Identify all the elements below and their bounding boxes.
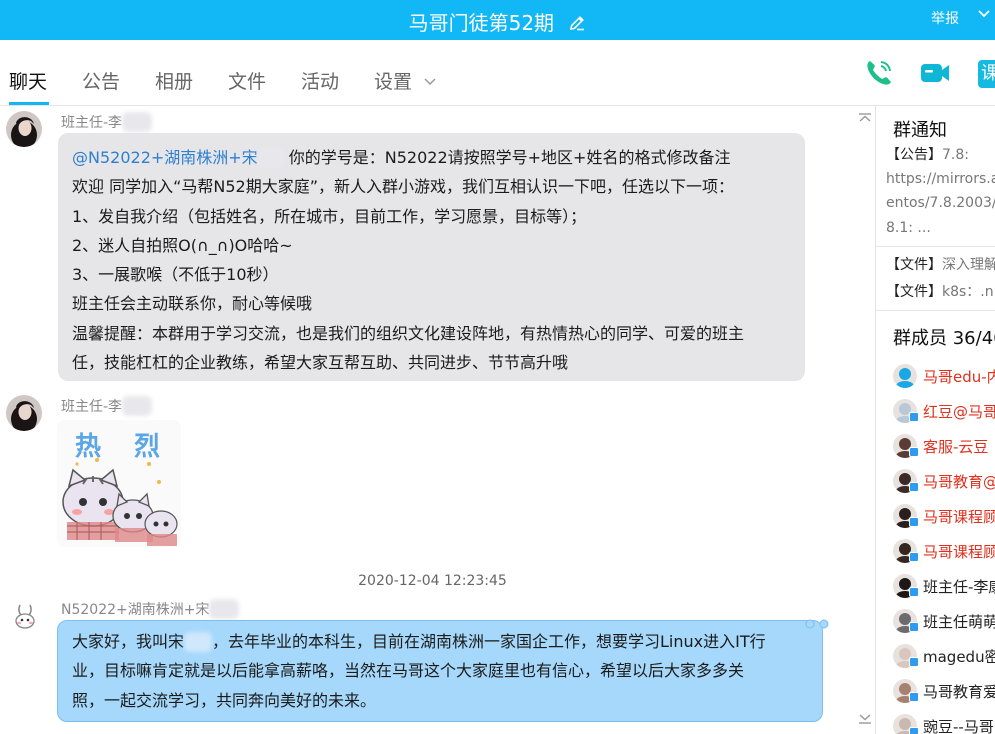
member-name: 马哥课程顾 <box>923 543 995 561</box>
tab-files[interactable]: 文件 <box>228 67 266 94</box>
member-name: 班主任萌萌 <box>923 613 995 631</box>
message-line: 大家好，我叫宋 ，去年毕业的本科生，目前在湖南株洲一家国企工作，想要学习Linux… <box>72 632 766 652</box>
avatar[interactable] <box>10 601 40 631</box>
notice-line: entos/7.8.2003/ <box>886 195 995 211</box>
tab-album[interactable]: 相册 <box>155 67 193 94</box>
member-name: 马哥edu-内 <box>923 368 995 386</box>
redacted-blur <box>122 112 153 132</box>
chevron-down-icon[interactable] <box>976 6 992 26</box>
phone-icon[interactable] <box>864 58 894 92</box>
chevron-down-icon <box>424 69 436 91</box>
message-timestamp: 2020-12-04 12:23:45 <box>358 573 507 589</box>
member-item[interactable]: 班主任-李康 <box>893 573 995 599</box>
message-line: @N52022+湖南株洲+宋 你的学号是：N52022请按照学号+地区+姓名的格… <box>72 148 731 168</box>
bubble-decoration-icon <box>805 616 829 635</box>
message-line: 班主任会主动联系你，耐心等候哦 <box>72 294 313 314</box>
chat-area[interactable]: 班主任-李 @N52022+湖南株洲+宋 你的学号是：N52022请按照学号+地… <box>0 106 875 734</box>
group-notice-title[interactable]: 群通知 <box>893 116 947 142</box>
message-line: 3、一展歌喉（不低于10秒） <box>72 265 279 285</box>
member-item[interactable]: 马哥教育@ <box>893 468 995 494</box>
message-line: 1、发自我介绍（包括姓名，所在城市，目前工作，学习愿景，目标等）； <box>72 206 587 226</box>
tab-activities[interactable]: 活动 <box>301 67 339 94</box>
scroll-up-icon[interactable] <box>858 108 872 127</box>
member-name: magedu密 <box>923 648 995 666</box>
divider <box>876 310 995 311</box>
member-name: 班主任-李康 <box>923 578 995 596</box>
notice-line: 8.1: ... <box>886 220 931 236</box>
member-item[interactable]: 马哥edu-内 <box>893 363 995 389</box>
message-line: 任，技能杠杠的企业教练，希望大家互帮互助、共同进步、节节高升哦 <box>72 353 569 373</box>
member-avatar <box>893 364 917 388</box>
message-line: 照，一起交流学习，共同奔向美好的未来。 <box>72 690 377 710</box>
sender-name: 班主任-李 <box>61 396 153 416</box>
member-item[interactable]: 豌豆--马哥 <box>893 713 995 734</box>
divider <box>876 246 995 247</box>
group-side-panel: 群通知 【公告】7.8: https://mirrors.a entos/7.8… <box>875 106 995 734</box>
edit-pencil-icon[interactable] <box>568 13 586 37</box>
device-badge-icon <box>909 622 919 632</box>
member-name: 豌豆--马哥 <box>923 718 994 734</box>
cats-illustration <box>62 458 178 546</box>
tab-settings[interactable]: 设置 <box>374 67 436 94</box>
redacted-blur <box>184 632 213 652</box>
message-bubble[interactable]: 大家好，我叫宋 ，去年毕业的本科生，目前在湖南株洲一家国企工作，想要学习Linux… <box>57 620 823 722</box>
notice-line: https://mirrors.a <box>886 171 995 187</box>
tab-announcements[interactable]: 公告 <box>82 67 120 94</box>
message-line: 业，目标嘛肯定就是以后能拿高薪咯，当然在马哥这个大家庭里也有信心，希望以后大家多… <box>72 661 745 681</box>
avatar[interactable] <box>6 395 42 431</box>
members-title[interactable]: 群成员 36/46 <box>893 324 995 350</box>
file-notice[interactable]: 【文件】k8s：.n <box>886 281 995 303</box>
avatar[interactable] <box>6 111 42 147</box>
sticker-image[interactable]: 热 烈 <box>57 420 181 547</box>
message-line: 2、迷人自拍照O(∩_∩)O哈哈~ <box>72 235 293 255</box>
member-name: 红豆@马哥 <box>923 403 995 421</box>
member-item[interactable]: magedu密 <box>893 643 995 669</box>
device-badge-icon <box>909 657 919 667</box>
redacted-blur <box>122 396 153 416</box>
class-button[interactable]: 课 <box>978 60 995 88</box>
device-badge-icon <box>909 587 919 597</box>
message-line: 欢迎 同学加入“马帮N52期大家庭”，新人入群小游戏，我们互相认识一下吧，任选以… <box>72 177 734 197</box>
member-name: 客服-云豆 <box>923 438 989 456</box>
group-title[interactable]: 马哥门徒第52期 <box>0 7 995 37</box>
device-badge-icon <box>909 517 919 527</box>
device-badge-icon <box>909 727 919 734</box>
device-badge-icon <box>909 482 919 492</box>
device-badge-icon <box>909 552 919 562</box>
member-item[interactable]: 马哥课程顾 <box>893 538 995 564</box>
title-bar: 马哥门徒第52期 举报 <box>0 0 995 40</box>
member-item[interactable]: 班主任萌萌 <box>893 608 995 634</box>
member-item[interactable]: 马哥课程顾 <box>893 503 995 529</box>
member-name: 马哥教育@ <box>923 473 995 491</box>
sender-name: N52022+湖南株洲+宋 <box>61 599 240 619</box>
redacted-blur <box>257 148 284 168</box>
file-notice[interactable]: 【文件】深入理解 <box>886 254 995 276</box>
notice-line[interactable]: 【公告】7.8: <box>886 144 995 166</box>
message-bubble[interactable]: @N52022+湖南株洲+宋 你的学号是：N52022请按照学号+地区+姓名的格… <box>58 133 805 381</box>
tab-bar: 聊天 公告 相册 文件 活动 设置 课 <box>0 40 995 106</box>
device-badge-icon <box>909 447 919 457</box>
tab-chat[interactable]: 聊天 <box>9 67 47 94</box>
scroll-down-icon[interactable] <box>858 710 872 729</box>
redacted-blur <box>209 599 240 619</box>
member-item[interactable]: 马哥教育爱 <box>893 678 995 704</box>
member-item[interactable]: 红豆@马哥 <box>893 398 995 424</box>
message-line: 温馨提醒：本群用于学习交流，也是我们的组织文化建设阵地，有热情热心的同学、可爱的… <box>72 323 745 343</box>
member-name: 马哥课程顾 <box>923 508 995 526</box>
member-item[interactable]: 客服-云豆 <box>893 433 995 459</box>
device-badge-icon <box>909 412 919 422</box>
sender-name: 班主任-李 <box>61 112 153 132</box>
report-button[interactable]: 举报 <box>931 8 959 28</box>
device-badge-icon <box>909 692 919 702</box>
active-tab-indicator <box>9 102 49 105</box>
member-name: 马哥教育爱 <box>923 683 995 701</box>
mention-link[interactable]: @N52022+湖南株洲+宋 <box>72 148 258 167</box>
video-camera-icon[interactable] <box>919 58 951 92</box>
